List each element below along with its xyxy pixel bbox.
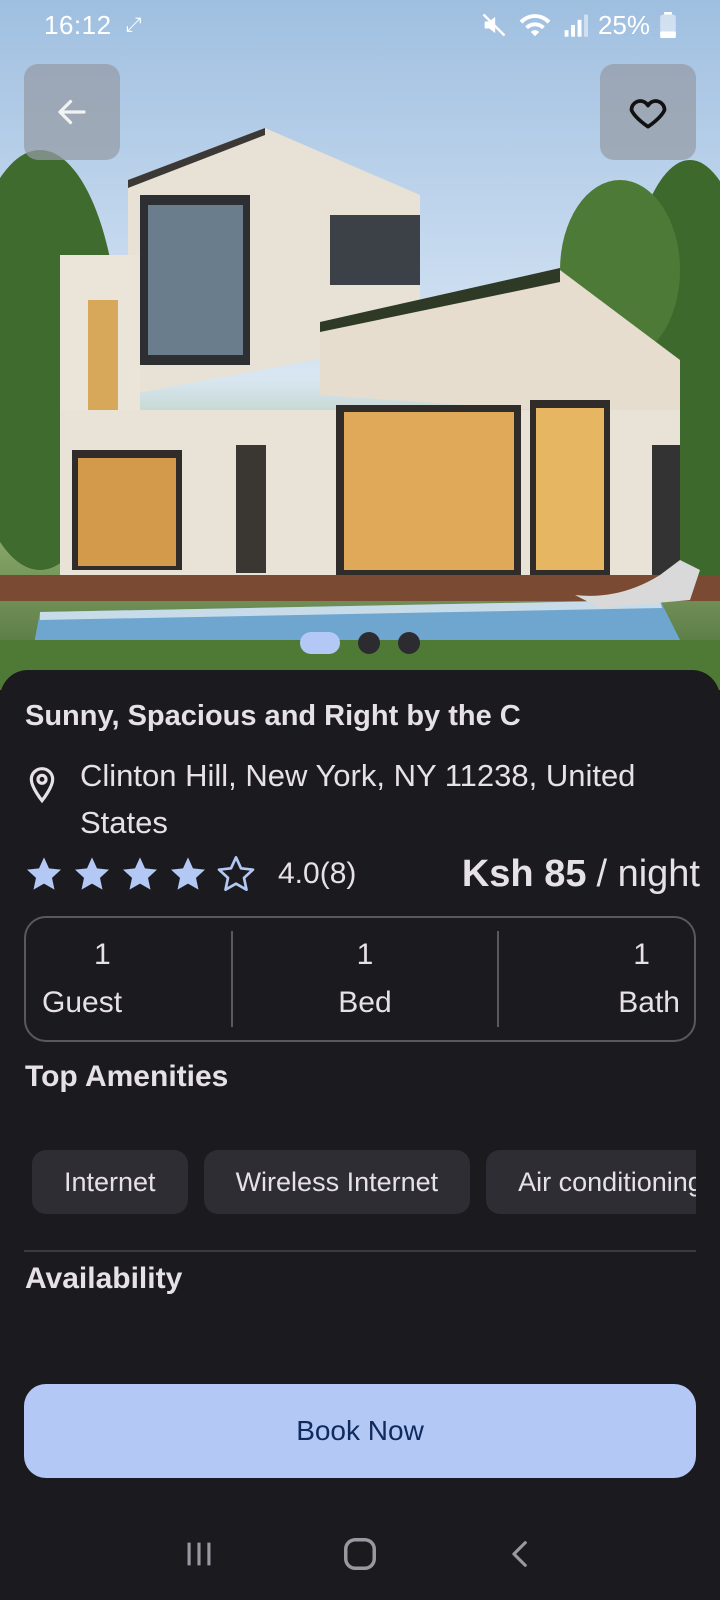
amenity-chip[interactable]: Internet — [32, 1150, 188, 1214]
mute-icon — [482, 13, 506, 37]
price: Ksh 85/ night — [462, 853, 700, 896]
guest-spec: 1 Guest — [26, 918, 231, 1040]
heart-outline-icon — [629, 99, 667, 129]
carousel-dot[interactable] — [300, 632, 340, 654]
amenities-chip-list[interactable]: Internet Wireless Internet Air condition… — [32, 1150, 696, 1216]
recent-apps-icon[interactable] — [182, 1537, 216, 1571]
status-time: 16:12 — [44, 9, 112, 40]
signal-icon — [564, 14, 588, 37]
battery-percent: 25% — [597, 9, 650, 40]
location-row: Clinton Hill, New York, NY 11238, United… — [22, 752, 702, 846]
back-button[interactable] — [24, 64, 120, 160]
nav-back-icon[interactable] — [504, 1537, 538, 1571]
section-divider — [24, 1250, 696, 1252]
carousel-indicator — [300, 632, 420, 654]
bed-label: Bed — [338, 986, 392, 1019]
star-rating — [24, 854, 256, 894]
carousel-dot[interactable] — [358, 632, 380, 654]
amenity-chip[interactable]: Wireless Internet — [203, 1150, 471, 1214]
star-filled-icon — [27, 857, 61, 890]
battery-icon — [660, 12, 676, 38]
amenities-heading: Top Amenities — [25, 1060, 229, 1093]
star-filled-icon — [123, 857, 157, 890]
star-outline-icon — [217, 856, 255, 891]
listing-title: Sunny, Spacious and Right by the C — [25, 700, 521, 732]
location-pin-icon — [29, 767, 55, 804]
rating-text: 4.0(8) — [278, 857, 357, 890]
amenity-chip[interactable]: Air conditioning — [486, 1150, 696, 1214]
screen-expand-icon: ⤢ — [125, 13, 142, 36]
bed-count: 1 — [356, 938, 374, 971]
availability-heading: Availability — [25, 1262, 183, 1295]
favorite-button[interactable] — [600, 64, 696, 160]
star-filled-icon — [75, 857, 109, 890]
system-navigation-bar — [0, 1508, 720, 1600]
listing-address: Clinton Hill, New York, NY 11238, United… — [80, 758, 636, 840]
guest-count: 1 — [94, 938, 111, 971]
arrow-left-icon — [58, 99, 86, 125]
wifi-icon — [519, 14, 551, 37]
bath-spec: 1 Bath — [499, 918, 694, 1040]
status-bar: 16:12 ⤢ 25% — [0, 0, 720, 50]
bath-label: Bath — [618, 986, 680, 1019]
carousel-dot[interactable] — [398, 632, 420, 654]
hero-image-carousel[interactable]: 16:12 ⤢ 25% — [0, 0, 720, 690]
price-amount: Ksh 85 — [461, 852, 587, 895]
price-unit: / night — [596, 852, 700, 895]
star-filled-icon — [171, 857, 205, 890]
bath-count: 1 — [633, 938, 650, 971]
rating-price-row: 4.0(8) Ksh 85/ night — [24, 848, 700, 900]
home-icon[interactable] — [341, 1535, 379, 1573]
bed-spec: 1 Bed — [233, 918, 497, 1040]
book-now-button[interactable]: Book Now — [24, 1384, 696, 1478]
capacity-summary: 1 Guest 1 Bed 1 Bath — [24, 916, 696, 1042]
guest-label: Guest — [42, 986, 123, 1019]
